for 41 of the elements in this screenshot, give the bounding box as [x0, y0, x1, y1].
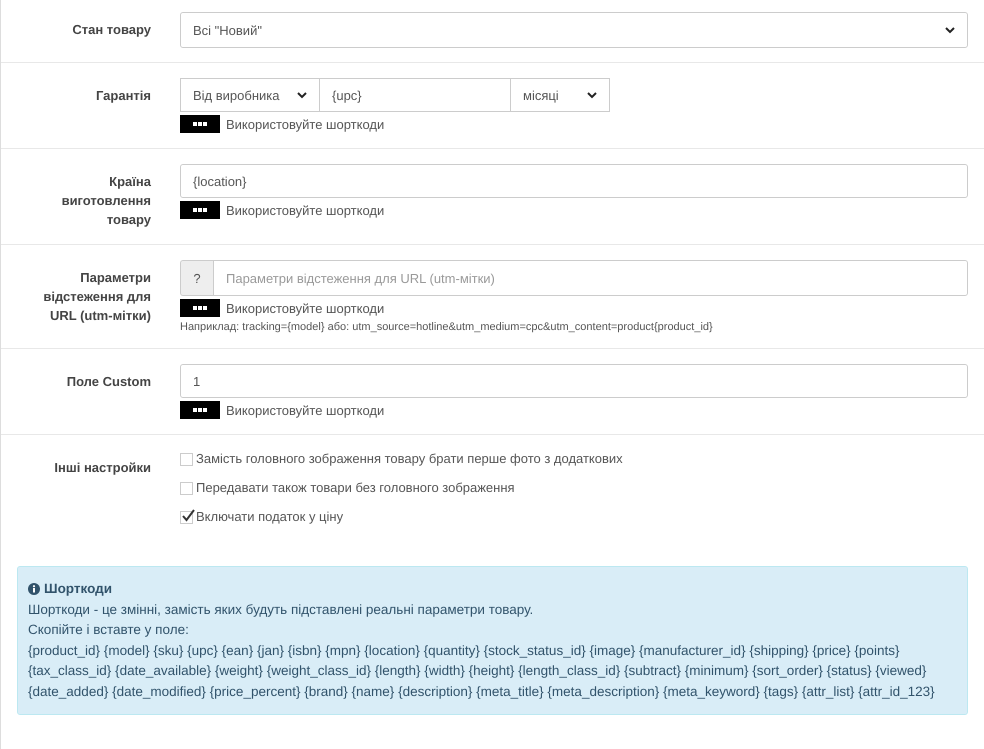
input-field[interactable]: Параметри відстеження для URL (utm-мітки)	[213, 260, 968, 296]
unit-select[interactable]: місяці	[511, 78, 610, 112]
checkbox-label[interactable]: Включати податок у ціну	[196, 508, 344, 526]
info-text: Шорткоди - це змінні, замість яких будуть підставлені реальні параметри товару.	[28, 600, 534, 619]
field-label: Інші настройки	[54, 460, 151, 475]
help-addon: ?	[180, 260, 213, 296]
shortcode-list: {product_id} {model} {sku} {upc} {ean} {jan} {isbn} {mpn} {location} {quantity} {stock_status_id} {image} {manufacturer_id} {shipping} {price} {points} {tax_class_id} {date_available} {weight} {weight_class_id} {length} {width} {height} {length_class_id} {subtract} {minimum} {sort_order} {status} {viewed} {date_added} {date_modified} {price_percent} {brand} {name} {description} {meta_title} {meta_description} {meta_keyword} {tags} {attr_list} {attr_id_123}	[28, 640, 957, 702]
field-label: Стан товару	[72, 22, 151, 37]
checkbox-label[interactable]: Передавати також товари без головного зображення	[196, 479, 515, 497]
input-field[interactable]: {location}	[180, 164, 968, 198]
hint-text: Використовуйте шорткоди	[226, 300, 384, 316]
dots-icon	[193, 122, 207, 126]
checkbox[interactable]	[180, 452, 193, 466]
example-text: Наприклад: tracking={model} або: utm_source=hotline&utm_medium=cpc&utm_content=product{product_id}	[180, 321, 714, 333]
info-title: Шорткоди	[44, 580, 112, 598]
source-select[interactable]: Від виробника	[180, 78, 320, 112]
shortcodes-button[interactable]	[180, 115, 220, 133]
field-label: Країна виготовлення товару	[62, 174, 151, 227]
checkbox[interactable]	[180, 482, 193, 494]
dots-icon	[193, 408, 207, 412]
caret-icon	[945, 26, 955, 34]
hint-text: Використовуйте шорткоди	[226, 202, 384, 218]
info-icon	[28, 583, 40, 596]
checkbox-label[interactable]: Замість головного зображення товару брати перше фото з додаткових	[196, 450, 623, 468]
caret-icon	[587, 92, 597, 98]
checkbox[interactable]	[180, 510, 193, 524]
hint-text: Використовуйте шорткоди	[226, 402, 384, 418]
caret-icon	[297, 92, 307, 98]
field-label: Гарантія	[96, 88, 151, 103]
field-label: Поле Custom	[66, 374, 151, 389]
info-text: Скопійте і вставте у поле:	[28, 621, 190, 639]
input-field[interactable]: {upc}	[320, 78, 511, 112]
shortcodes-button[interactable]	[180, 201, 220, 219]
shortcodes-button[interactable]	[180, 401, 220, 419]
condition-select[interactable]: Всі "Новий"	[180, 12, 968, 48]
shortcodes-button[interactable]	[180, 299, 220, 317]
input-field[interactable]: 1	[180, 364, 968, 398]
field-label: Параметри відстеження для URL (utm-мітки)	[43, 270, 151, 323]
dots-icon	[193, 208, 207, 212]
hint-text: Використовуйте шорткоди	[226, 116, 384, 132]
dots-icon	[193, 306, 207, 310]
